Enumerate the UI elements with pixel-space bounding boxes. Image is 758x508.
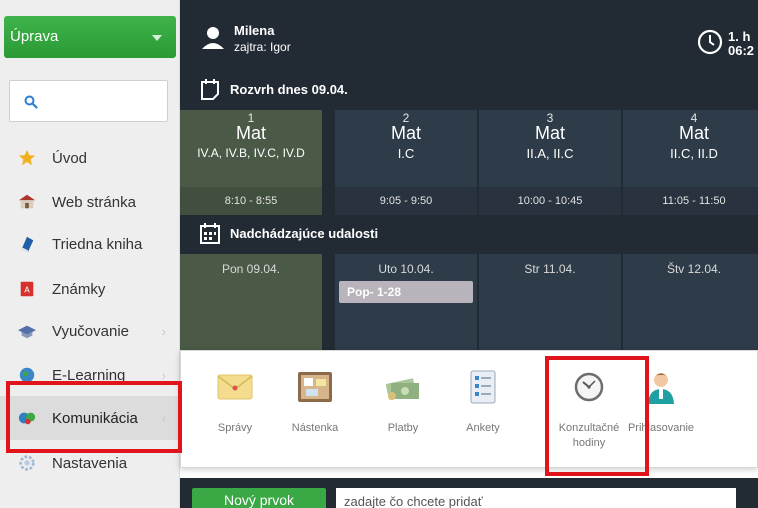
calendar-page-icon — [201, 79, 219, 100]
chevron-right-icon: › — [161, 324, 166, 339]
current-time: 06:2 — [728, 43, 755, 58]
submenu-item-platby[interactable]: Platby — [363, 366, 443, 436]
highlight-box-konzultacne-hodiny — [545, 356, 649, 476]
lesson-classes: I.C — [397, 146, 415, 161]
noticeboard-icon — [275, 366, 355, 408]
calendar-day[interactable]: Uto 10.04. Pop- 1-28 — [335, 254, 477, 354]
sidebar-item-web-stranka[interactable]: Web stránka — [0, 180, 180, 224]
survey-icon — [443, 366, 523, 408]
user-bar: Milena zajtra: Igor 1. h 06:2 — [180, 0, 758, 70]
sidebar-item-triedna-kniha[interactable]: Triedna kniha — [0, 222, 180, 266]
lesson-classes: IV.A, IV.B, IV.C, IV.D — [197, 146, 305, 160]
search-icon — [24, 95, 38, 109]
sidebar-item-label: Triedna kniha — [52, 235, 143, 253]
envelope-icon — [195, 366, 275, 408]
book-icon — [16, 233, 38, 255]
dashboard-panel: Milena zajtra: Igor 1. h 06:2 Rozvrh dne… — [180, 0, 758, 355]
calendar-day[interactable]: Pon 09.04. — [180, 254, 322, 354]
money-icon — [363, 366, 443, 408]
lesson-subject: Mat — [235, 123, 266, 143]
highlight-box-komunikacia — [6, 381, 182, 453]
lesson-time: 9:05 - 9:50 — [335, 187, 477, 215]
sidebar-item-uvod[interactable]: Úvod — [0, 136, 180, 180]
lesson-classes: II.C, II.D — [670, 146, 718, 161]
lesson-card[interactable]: 3 Mat II.A, II.C 10:00 - 10:45 — [479, 110, 621, 215]
lesson-time: 10:00 - 10:45 — [479, 187, 621, 215]
sidebar-item-vyucovanie[interactable]: Vyučovanie › — [0, 309, 180, 353]
sidebar-item-label: Známky — [52, 280, 106, 298]
submenu-item-ankety[interactable]: Ankety — [443, 366, 523, 436]
current-hour: 1. h — [728, 29, 751, 44]
lesson-subject: Mat — [390, 123, 421, 143]
sidebar-item-label: Úvod — [52, 149, 88, 167]
sidebar-item-label: Web stránka — [52, 193, 136, 211]
submenu-item-label: Ankety — [466, 422, 500, 434]
events-header: Nadchádzajúce udalosti — [180, 216, 758, 250]
submenu-item-nastenka[interactable]: Nástenka — [275, 366, 355, 436]
schedule-title: Rozvrh dnes 09.04. — [230, 81, 348, 97]
lesson-card[interactable]: 4 Mat II.C, II.D 11:05 - 11:50 — [623, 110, 758, 215]
chevron-down-icon — [152, 35, 162, 41]
uprava-dropdown-label: Úprava — [10, 28, 59, 45]
day-label: Uto 10.04. — [378, 262, 434, 276]
lesson-subject: Mat — [534, 123, 565, 143]
sidebar-item-label: Nastavenia — [52, 454, 128, 472]
day-label: Str 11.04. — [524, 262, 576, 276]
grade-icon: A — [16, 278, 38, 300]
calendar-grid-icon — [200, 223, 220, 244]
school-building-icon — [16, 191, 38, 213]
lesson-card[interactable]: 2 Mat I.C 9:05 - 9:50 — [335, 110, 477, 215]
day-label: Pon 09.04. — [221, 262, 281, 276]
gear-icon — [16, 452, 38, 474]
lesson-time: 11:05 - 11:50 — [623, 187, 758, 215]
new-item-button[interactable]: Nový prvok — [192, 488, 326, 508]
star-icon — [16, 147, 38, 169]
lesson-card[interactable]: 1 Mat IV.A, IV.B, IV.C, IV.D 8:10 - 8:55 — [180, 110, 322, 215]
submenu-item-label: Nástenka — [291, 422, 339, 434]
quick-add-input[interactable] — [336, 488, 736, 508]
graduation-cap-icon — [16, 320, 38, 342]
schedule-header: Rozvrh dnes 09.04. — [180, 72, 758, 106]
sidebar-item-label: Vyučovanie — [52, 322, 129, 340]
event-chip[interactable]: Pop- 1-28 — [339, 281, 473, 303]
submenu-item-spravy[interactable]: Správy — [195, 366, 275, 436]
calendar-day[interactable]: Štv 12.04. — [623, 254, 758, 354]
calendar-day[interactable]: Str 11.04. — [479, 254, 621, 354]
search-input[interactable] — [9, 80, 168, 122]
clock-icon — [697, 29, 723, 55]
lesson-time: 8:10 - 8:55 — [180, 187, 322, 215]
submenu-item-label: Platby — [387, 422, 419, 434]
submenu-item-label: Správy — [217, 422, 253, 434]
lesson-classes: II.A, II.C — [526, 146, 574, 161]
svg-text:A: A — [24, 285, 30, 295]
user-substitute: zajtra: Igor — [234, 40, 291, 54]
komunikacia-submenu: Správy Nástenka Platby Ankety Konzultačn… — [180, 350, 758, 468]
user-icon — [202, 27, 224, 49]
quick-add-bar: Nový prvok — [180, 478, 758, 508]
lesson-subject: Mat — [678, 123, 709, 143]
sidebar-item-znamky[interactable]: A Známky — [0, 267, 180, 311]
events-title: Nadchádzajúce udalosti — [230, 225, 379, 241]
user-name: Milena — [234, 23, 275, 38]
uprava-dropdown[interactable]: Úprava — [4, 16, 176, 58]
day-label: Štv 12.04. — [666, 262, 722, 276]
